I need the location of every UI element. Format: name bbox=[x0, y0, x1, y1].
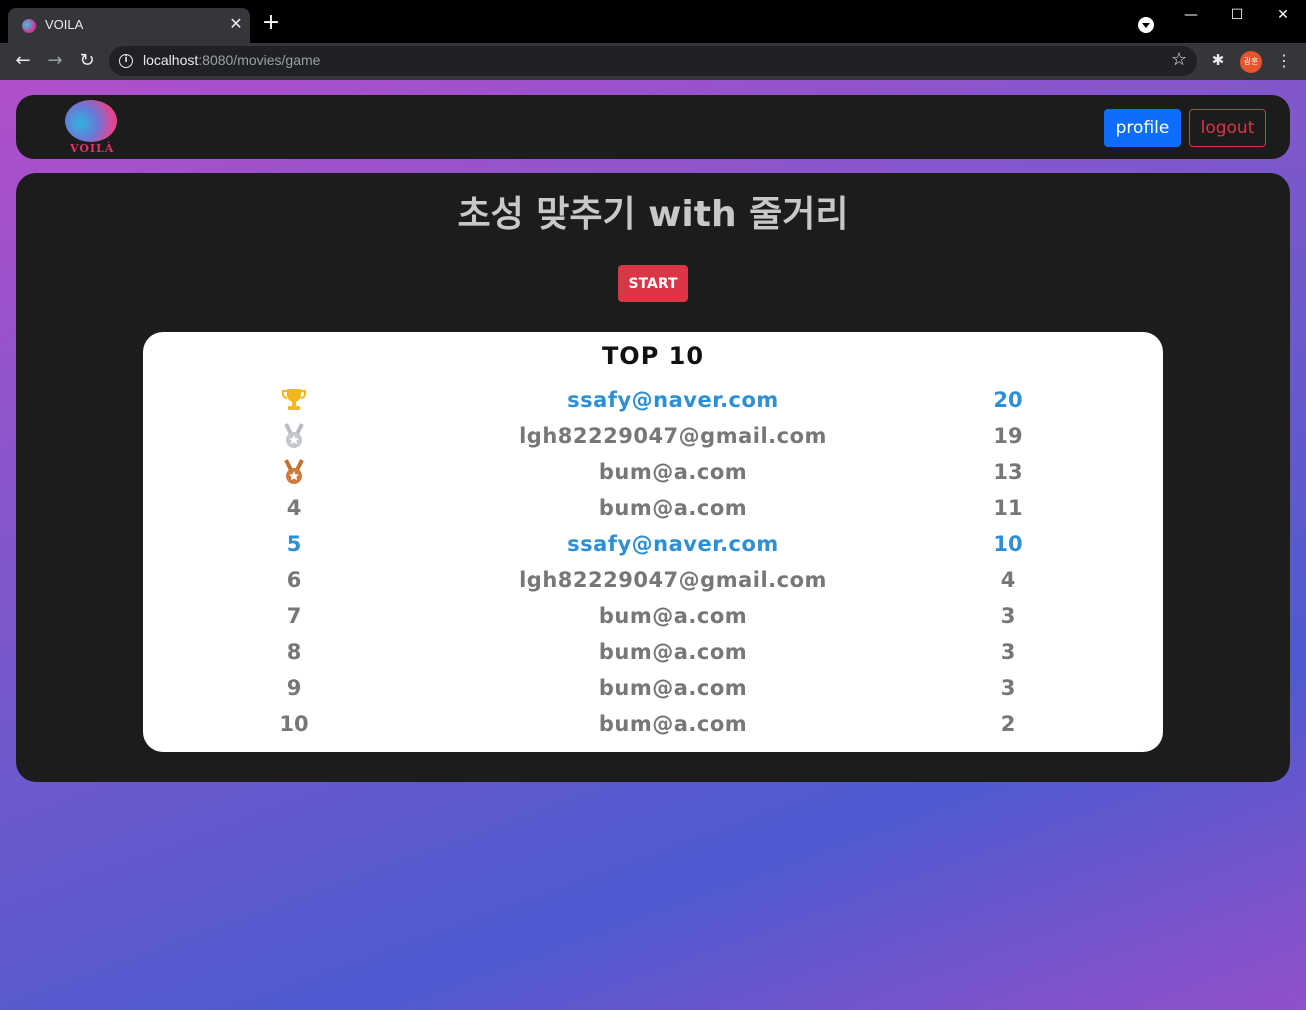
player-email: bum@a.com bbox=[598, 676, 748, 700]
player-email: bum@a.com bbox=[598, 460, 748, 484]
rank-number: 10 bbox=[279, 712, 309, 736]
ranking-row: 5 ssafy@naver.com 10 bbox=[143, 526, 1163, 562]
logout-button[interactable]: logout bbox=[1189, 109, 1266, 147]
tab-favicon-icon bbox=[22, 19, 36, 33]
ranking-row: 6 lgh82229047@gmail.com 4 bbox=[143, 562, 1163, 598]
game-title: 초성 맞추기 with 줄거리 bbox=[457, 194, 849, 235]
site-navbar: VOILÀ profile logout bbox=[16, 95, 1290, 159]
tab-close-icon[interactable]: ✕ bbox=[226, 14, 246, 34]
player-email: lgh82229047@gmail.com bbox=[519, 568, 827, 592]
player-score: 13 bbox=[993, 460, 1023, 484]
back-icon[interactable]: ← bbox=[11, 49, 35, 73]
start-button[interactable]: START bbox=[618, 265, 688, 302]
player-score: 10 bbox=[993, 532, 1023, 556]
minimize-icon[interactable]: — bbox=[1168, 4, 1214, 26]
game-card: 초성 맞추기 with 줄거리 START TOP 10 ssafy@naver… bbox=[16, 173, 1290, 782]
rank-number: 5 bbox=[286, 532, 302, 556]
player-email: bum@a.com bbox=[598, 604, 748, 628]
bookmark-star-icon[interactable]: ☆ bbox=[1171, 49, 1187, 70]
ranking-panel: TOP 10 ssafy@naver.com 20 lgh82229047@gmai… bbox=[143, 332, 1163, 752]
tab-title: VOILA bbox=[45, 17, 84, 32]
ranking-row: 7 bum@a.com 3 bbox=[143, 598, 1163, 634]
player-score: 3 bbox=[1000, 604, 1016, 628]
url-path: :8080/movies/game bbox=[198, 52, 321, 68]
logo-circle-icon bbox=[65, 100, 117, 142]
player-email: bum@a.com bbox=[598, 712, 748, 736]
ranking-title: TOP 10 bbox=[601, 342, 705, 370]
voila-logo[interactable]: VOILÀ bbox=[64, 100, 120, 155]
rank-number: 9 bbox=[286, 676, 302, 700]
player-score: 19 bbox=[993, 424, 1023, 448]
ranking-row: 4 bum@a.com 11 bbox=[143, 490, 1163, 526]
address-bar[interactable]: i localhost:8080/movies/game ☆ bbox=[109, 46, 1197, 76]
trophy-icon bbox=[268, 382, 320, 418]
player-score: 3 bbox=[1000, 676, 1016, 700]
extensions-icon[interactable]: ✱ bbox=[1208, 51, 1228, 71]
rank-number: 6 bbox=[286, 568, 302, 592]
rank-number: 7 bbox=[286, 604, 302, 628]
player-email: lgh82229047@gmail.com bbox=[519, 424, 827, 448]
forward-icon[interactable]: → bbox=[43, 49, 67, 73]
close-window-icon[interactable]: ✕ bbox=[1260, 4, 1306, 26]
player-email: ssafy@naver.com bbox=[567, 388, 779, 412]
profile-button[interactable]: profile bbox=[1104, 109, 1181, 147]
player-score: 2 bbox=[1000, 712, 1016, 736]
browser-titlebar: VOILA ✕ + — ☐ ✕ bbox=[0, 0, 1306, 43]
new-tab-icon[interactable]: + bbox=[260, 12, 282, 35]
ranking-row: 10 bum@a.com 2 bbox=[143, 706, 1163, 742]
player-score: 4 bbox=[1000, 568, 1016, 592]
profile-avatar[interactable]: 광훈 bbox=[1240, 51, 1262, 73]
rank-number: 8 bbox=[286, 640, 302, 664]
tab-search-icon[interactable] bbox=[1138, 17, 1154, 33]
player-email: bum@a.com bbox=[598, 640, 748, 664]
ranking-row: 8 bum@a.com 3 bbox=[143, 634, 1163, 670]
browser-toolbar: ← → ↻ i localhost:8080/movies/game ☆ ✱ 광… bbox=[0, 43, 1306, 80]
browser-menu-icon[interactable]: ⋮ bbox=[1276, 51, 1292, 73]
reload-icon[interactable]: ↻ bbox=[75, 49, 99, 73]
page-background: VOILÀ profile logout 초성 맞추기 with 줄거리 STA… bbox=[0, 80, 1306, 1010]
ranking-row: lgh82229047@gmail.com 19 bbox=[143, 418, 1163, 454]
ranking-row: 9 bum@a.com 3 bbox=[143, 670, 1163, 706]
rank-number: 4 bbox=[286, 496, 302, 520]
silver-medal-icon bbox=[268, 418, 320, 454]
ranking-row: ssafy@naver.com 20 bbox=[143, 382, 1163, 418]
url-host: localhost bbox=[143, 52, 199, 68]
bronze-medal-icon bbox=[268, 454, 320, 490]
maximize-icon[interactable]: ☐ bbox=[1214, 4, 1260, 26]
url-text: localhost:8080/movies/game bbox=[143, 52, 320, 68]
player-score: 20 bbox=[993, 388, 1023, 412]
player-score: 11 bbox=[993, 496, 1023, 520]
ranking-row: bum@a.com 13 bbox=[143, 454, 1163, 490]
browser-tab[interactable]: VOILA ✕ bbox=[8, 8, 250, 43]
player-email: ssafy@naver.com bbox=[567, 532, 779, 556]
player-score: 3 bbox=[1000, 640, 1016, 664]
site-info-icon[interactable]: i bbox=[119, 54, 133, 68]
player-email: bum@a.com bbox=[598, 496, 748, 520]
logo-text: VOILÀ bbox=[70, 142, 115, 155]
